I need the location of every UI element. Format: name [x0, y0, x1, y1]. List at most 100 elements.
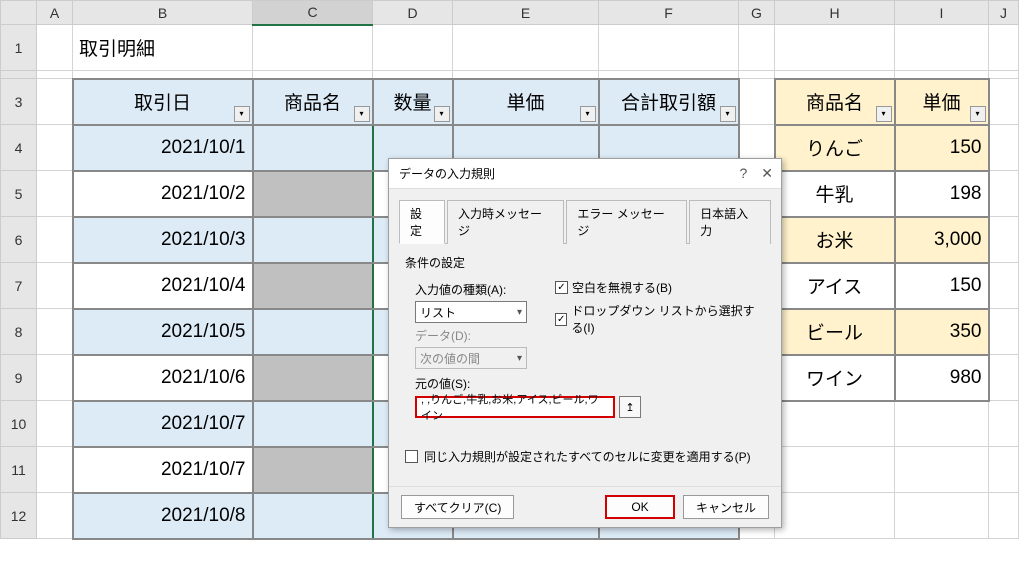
- tab-ime-mode[interactable]: 日本語入力: [689, 200, 771, 244]
- apply-all-checkbox[interactable]: 同じ入力規則が設定されたすべてのセルに変更を適用する(P): [405, 448, 765, 465]
- filter-icon[interactable]: ▾: [970, 106, 986, 122]
- cell[interactable]: [989, 263, 1019, 309]
- date-cell[interactable]: 2021/10/4: [73, 263, 253, 309]
- ignore-blank-checkbox[interactable]: 空白を無視する(B): [555, 279, 765, 296]
- cell[interactable]: [895, 447, 989, 493]
- cell[interactable]: [989, 79, 1019, 125]
- date-cell[interactable]: 2021/10/5: [73, 309, 253, 355]
- row-header-2[interactable]: [1, 71, 37, 79]
- cell[interactable]: [989, 401, 1019, 447]
- col-header-F[interactable]: F: [599, 1, 739, 25]
- col-header-G[interactable]: G: [739, 1, 775, 25]
- product-cell[interactable]: [253, 355, 373, 401]
- table-header-date[interactable]: 取引日▾: [73, 79, 253, 125]
- cell[interactable]: [37, 309, 73, 355]
- col-header-B[interactable]: B: [73, 1, 253, 25]
- table-header-price[interactable]: 単価▾: [453, 79, 599, 125]
- table-header-qty[interactable]: 数量▾: [373, 79, 453, 125]
- product-cell[interactable]: [253, 309, 373, 355]
- item-name[interactable]: アイス: [775, 263, 895, 309]
- cell[interactable]: [599, 25, 739, 71]
- item-price[interactable]: 3,000: [895, 217, 989, 263]
- filter-icon[interactable]: ▾: [434, 106, 450, 122]
- cell[interactable]: [37, 263, 73, 309]
- cell[interactable]: [895, 401, 989, 447]
- cell[interactable]: [895, 493, 989, 539]
- ok-button[interactable]: OK: [605, 495, 675, 519]
- cell[interactable]: [37, 355, 73, 401]
- cell[interactable]: [989, 355, 1019, 401]
- cell[interactable]: [739, 25, 775, 71]
- item-price[interactable]: 350: [895, 309, 989, 355]
- help-icon[interactable]: ?: [739, 165, 747, 182]
- filter-icon[interactable]: ▾: [876, 106, 892, 122]
- row-header[interactable]: 8: [1, 309, 37, 355]
- product-cell[interactable]: [253, 217, 373, 263]
- row-header[interactable]: 4: [1, 125, 37, 171]
- item-name[interactable]: りんご: [775, 125, 895, 171]
- col-header-J[interactable]: J: [989, 1, 1019, 25]
- product-cell[interactable]: [253, 171, 373, 217]
- product-cell[interactable]: [253, 447, 373, 493]
- cell[interactable]: [775, 25, 895, 71]
- tab-error-alert[interactable]: エラー メッセージ: [566, 200, 687, 244]
- table-header-product[interactable]: 商品名▾: [253, 79, 373, 125]
- row-header[interactable]: 12: [1, 493, 37, 539]
- date-cell[interactable]: 2021/10/7: [73, 447, 253, 493]
- cell[interactable]: [739, 79, 775, 125]
- row-header[interactable]: 11: [1, 447, 37, 493]
- item-price[interactable]: 980: [895, 355, 989, 401]
- item-price[interactable]: 150: [895, 125, 989, 171]
- cell[interactable]: [989, 309, 1019, 355]
- cell[interactable]: [989, 493, 1019, 539]
- cell[interactable]: [989, 447, 1019, 493]
- row-header[interactable]: 7: [1, 263, 37, 309]
- close-icon[interactable]: ✕: [761, 165, 773, 182]
- item-name[interactable]: お米: [775, 217, 895, 263]
- cancel-button[interactable]: キャンセル: [683, 495, 769, 519]
- row-header-3[interactable]: 3: [1, 79, 37, 125]
- filter-icon[interactable]: ▾: [720, 106, 736, 122]
- row-header[interactable]: 10: [1, 401, 37, 447]
- date-cell[interactable]: 2021/10/7: [73, 401, 253, 447]
- in-cell-dropdown-checkbox[interactable]: ドロップダウン リストから選択する(I): [555, 302, 765, 336]
- cell[interactable]: [989, 125, 1019, 171]
- select-all-corner[interactable]: [1, 1, 37, 25]
- table-header-total[interactable]: 合計取引額▾: [599, 79, 739, 125]
- cell[interactable]: [453, 25, 599, 71]
- page-title[interactable]: 取引明細: [73, 25, 253, 71]
- row-header[interactable]: 9: [1, 355, 37, 401]
- cell[interactable]: [989, 171, 1019, 217]
- row-header[interactable]: 6: [1, 217, 37, 263]
- filter-icon[interactable]: ▾: [580, 106, 596, 122]
- cell[interactable]: [37, 25, 73, 71]
- table2-header-product[interactable]: 商品名▾: [775, 79, 895, 125]
- col-header-A[interactable]: A: [37, 1, 73, 25]
- cell[interactable]: [373, 25, 453, 71]
- filter-icon[interactable]: ▾: [234, 106, 250, 122]
- col-header-H[interactable]: H: [775, 1, 895, 25]
- product-cell[interactable]: [253, 263, 373, 309]
- dialog-titlebar[interactable]: データの入力規則 ? ✕: [389, 159, 781, 189]
- table2-header-price[interactable]: 単価▾: [895, 79, 989, 125]
- tab-input-message[interactable]: 入力時メッセージ: [447, 200, 564, 244]
- date-cell[interactable]: 2021/10/3: [73, 217, 253, 263]
- cell[interactable]: [775, 493, 895, 539]
- source-input[interactable]: , ,りんご,牛乳,お米,アイス,ビール,ワイン: [415, 396, 615, 418]
- filter-icon[interactable]: ▾: [354, 106, 370, 122]
- tab-settings[interactable]: 設定: [399, 200, 445, 244]
- cell[interactable]: [775, 401, 895, 447]
- cell[interactable]: [775, 447, 895, 493]
- cell[interactable]: [37, 217, 73, 263]
- cell[interactable]: [989, 25, 1019, 71]
- cell[interactable]: [37, 447, 73, 493]
- item-name[interactable]: ワイン: [775, 355, 895, 401]
- row-header-1[interactable]: 1: [1, 25, 37, 71]
- cell[interactable]: [37, 401, 73, 447]
- col-header-D[interactable]: D: [373, 1, 453, 25]
- item-name[interactable]: ビール: [775, 309, 895, 355]
- col-header-I[interactable]: I: [895, 1, 989, 25]
- row-header[interactable]: 5: [1, 171, 37, 217]
- date-cell[interactable]: 2021/10/8: [73, 493, 253, 539]
- item-price[interactable]: 198: [895, 171, 989, 217]
